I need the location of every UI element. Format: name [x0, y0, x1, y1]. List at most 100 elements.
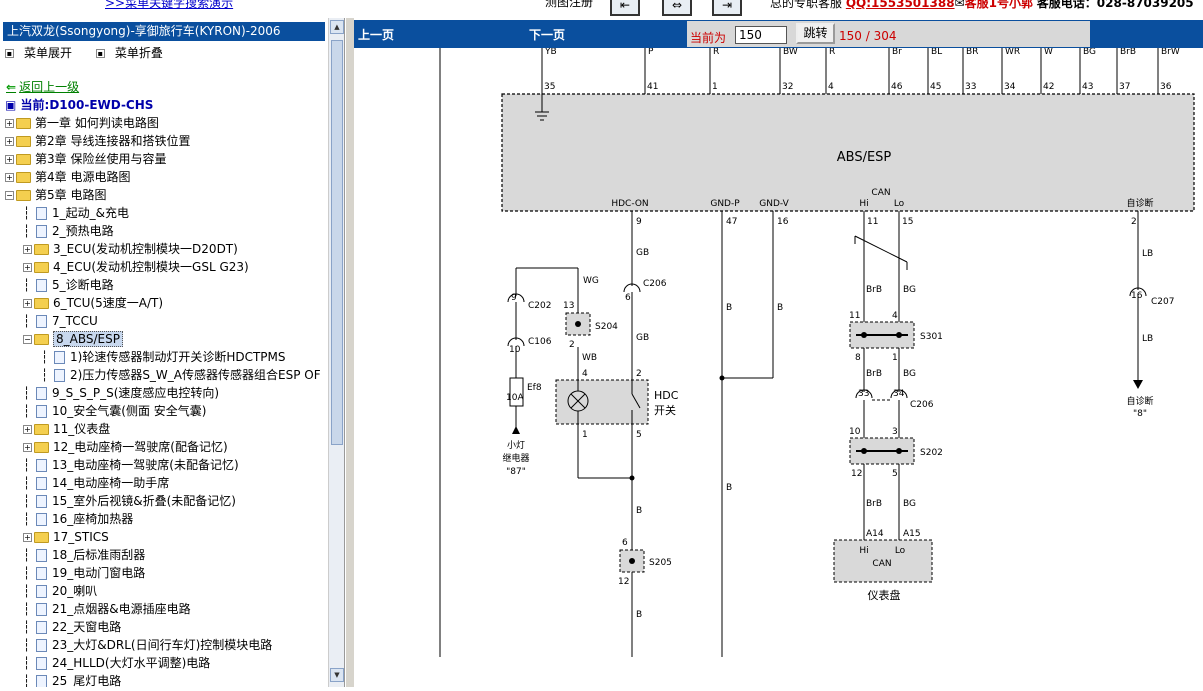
collapse-node-icon[interactable]: −: [23, 335, 32, 344]
tree-item[interactable]: ┆ 2_预热电路: [23, 222, 114, 240]
back-arrow-icon: ⇐: [6, 80, 17, 94]
current-doc: ▣ 当前:D100-EWD-CHS: [5, 98, 154, 112]
box-pin-5: 5: [636, 430, 642, 440]
tree-item-label: 6_TCU(5速度一A/T): [53, 296, 164, 310]
document-icon: [36, 387, 47, 400]
tree-item[interactable]: + 第3章 保险丝使用与容量: [5, 150, 166, 168]
service-name: 客服1号小郭: [964, 0, 1033, 10]
tree-item[interactable]: ┆ 16_座椅加热器: [23, 510, 133, 528]
tree-item[interactable]: + 第一章 如何判读电路图: [5, 114, 159, 132]
tree-item[interactable]: ┆ 1_起动_&充电: [23, 204, 129, 222]
tree-item[interactable]: ┆ 2)压力传感器S_W_A传感器传感器组合ESP OF: [41, 366, 321, 384]
tree-item[interactable]: ┆ 19_电动门窗电路: [23, 564, 145, 582]
tree-connector: ┆: [23, 584, 31, 598]
tree-item[interactable]: + 第4章 电源电路图: [5, 168, 130, 186]
sig-selfdiag: 自诊断: [1126, 197, 1153, 209]
expand-node-icon[interactable]: +: [5, 155, 14, 164]
expand-menu[interactable]: ▪ 菜单展开: [5, 46, 82, 60]
tree-item[interactable]: ┆ 10_安全气囊(侧面 安全气囊): [23, 402, 206, 420]
tree-item[interactable]: ┆ 7_TCCU: [23, 312, 98, 330]
page-number-input[interactable]: [735, 26, 787, 44]
tree-connector: ┆: [23, 512, 31, 526]
tree-item[interactable]: ┆ 24_HLLD(大灯水平调整)电路: [23, 654, 210, 672]
tree-item[interactable]: ┆ 9_S_S_P_S(速度感应电控转向): [23, 384, 219, 402]
pin-9: 9: [636, 217, 642, 227]
tree-item[interactable]: ┆ 21_点烟器&电源插座电路: [23, 600, 191, 618]
expand-node-icon[interactable]: +: [5, 137, 14, 146]
tree-item[interactable]: +6_TCU(5速度一A/T): [23, 294, 163, 312]
tree-item[interactable]: ┆ 1)轮速传感器制动灯开关诊断HDCTPMS: [41, 348, 286, 366]
tree-item[interactable]: +3_ECU(发动机控制模块一D20DT): [23, 240, 238, 258]
top-pin-number: 4: [828, 82, 834, 92]
scroll-down-icon[interactable]: ▼: [330, 668, 344, 682]
tree-item[interactable]: + 第2章 导线连接器和搭铁位置: [5, 132, 190, 150]
panel-divider[interactable]: [346, 18, 354, 687]
tree-item[interactable]: − 第5章 电路图: [5, 186, 106, 204]
document-icon: [54, 351, 65, 364]
wire-b-4: B: [726, 483, 732, 493]
module-name: ABS/ESP: [837, 150, 892, 165]
tree-connector: ┆: [23, 548, 31, 562]
expand-node-icon[interactable]: +: [23, 533, 32, 542]
top-pin-number: 43: [1082, 82, 1093, 92]
back-link[interactable]: ⇐ 返回上一级: [6, 78, 79, 95]
tree-item[interactable]: ┆ 22_天窗电路: [23, 618, 121, 636]
expand-node-icon[interactable]: +: [5, 119, 14, 128]
top-wire-color: BrB: [1120, 48, 1136, 57]
sig-lo: Lo: [894, 199, 905, 209]
left-scrollbar[interactable]: ▲ ▼: [328, 18, 344, 687]
tree-item[interactable]: +11_仪表盘: [23, 420, 110, 438]
tree-item[interactable]: ┆ 23_大灯&DRL(日间行车灯)控制模块电路: [23, 636, 272, 654]
expand-node-icon[interactable]: +: [5, 173, 14, 182]
expand-node-icon[interactable]: +: [23, 443, 32, 452]
tree-item[interactable]: +12_电动座椅一驾驶席(配备记忆): [23, 438, 228, 456]
keyword-search-demo-link[interactable]: >>菜单关键字搜索演示: [105, 0, 233, 11]
prev-page-link[interactable]: 上一页: [358, 26, 394, 43]
support-info: 总的专职客服 QQ:1553501388✉客服1号小郭 客服电话：028-870…: [770, 0, 1194, 11]
tree-item-label: 22_天窗电路: [52, 620, 122, 634]
collapse-menu[interactable]: ▪ 菜单折叠: [95, 46, 173, 60]
document-icon: [36, 657, 47, 670]
top-pin-number: 45: [930, 82, 941, 92]
tree-item[interactable]: ┆ 20_喇叭: [23, 582, 97, 600]
scroll-up-icon[interactable]: ▲: [330, 20, 344, 34]
next-page-link[interactable]: 下一页: [529, 26, 565, 43]
tree-item[interactable]: ┆ 13_电动座椅一驾驶席(未配备记忆): [23, 456, 239, 474]
tree-item[interactable]: ┆ 14_电动座椅一助手席: [23, 474, 169, 492]
tree-item-label: 19_电动门窗电路: [52, 566, 146, 580]
top-pin-number: 32: [782, 82, 793, 92]
toolbar-btn-1[interactable]: ⇤: [610, 0, 640, 16]
collapse-node-icon[interactable]: −: [5, 191, 14, 200]
top-wire-color: BG: [1083, 48, 1096, 57]
tree-item[interactable]: +17_STICS: [23, 528, 109, 546]
cluster-lo: Lo: [895, 546, 906, 556]
tree-item[interactable]: ┆ 15_室外后视镜&折叠(未配备记忆): [23, 492, 236, 510]
tree-item[interactable]: − 8_ABS/ESP: [23, 330, 123, 348]
expand-node-icon[interactable]: +: [23, 245, 32, 254]
tree-item-label: 21_点烟器&电源插座电路: [52, 602, 191, 616]
pin-a15: A15: [903, 529, 921, 539]
tree-item[interactable]: ┆ 25_尾灯电路: [23, 672, 121, 687]
tree-item-label: 第4章 电源电路图: [35, 170, 131, 184]
tree-connector: ┆: [41, 368, 49, 382]
toolbar-btn-2[interactable]: ⇔: [662, 0, 692, 16]
support-prefix: 总的专职客服: [770, 0, 843, 10]
tree-item[interactable]: +4_ECU(发动机控制模块一GSL G23): [23, 258, 249, 276]
expand-node-icon[interactable]: +: [23, 263, 32, 272]
label-ef8: Ef8: [527, 383, 542, 393]
tree-item-label: 第一章 如何判读电路图: [35, 116, 159, 130]
s202-pin-12: 12: [851, 469, 862, 479]
tree-item[interactable]: ┆ 18_后标准雨刮器: [23, 546, 145, 564]
expand-node-icon[interactable]: +: [23, 299, 32, 308]
toolbar-btn-3[interactable]: ⇥: [712, 0, 742, 16]
jump-button[interactable]: 跳转: [796, 23, 835, 44]
tree-item[interactable]: ┆ 5_诊断电路: [23, 276, 114, 294]
qq-link[interactable]: QQ:1553501388: [846, 0, 955, 10]
folder-icon: [34, 298, 49, 309]
scroll-thumb[interactable]: [331, 40, 343, 445]
folder-icon: [16, 190, 31, 201]
expand-node-icon[interactable]: +: [23, 425, 32, 434]
c206-pin-34: 34: [893, 389, 905, 399]
folder-icon: [16, 172, 31, 183]
document-icon: [36, 315, 47, 328]
